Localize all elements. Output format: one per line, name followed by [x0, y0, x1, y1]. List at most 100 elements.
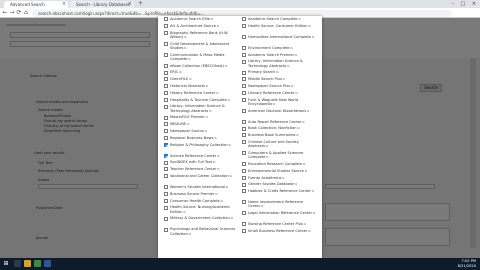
more-info-icon[interactable]: ⧉ — [306, 109, 309, 113]
database-checkbox[interactable] — [242, 151, 246, 156]
database-checkbox[interactable] — [242, 91, 246, 96]
more-info-icon[interactable]: ⧉ — [298, 17, 300, 21]
database-checkbox[interactable] — [242, 126, 246, 131]
database-label[interactable]: ERIC ⧉ — [170, 70, 238, 74]
more-info-icon[interactable]: ⧉ — [214, 192, 217, 196]
more-info-icon[interactable]: ⧉ — [188, 232, 191, 236]
maximize-button[interactable]: □ — [458, 0, 468, 8]
database-label[interactable]: Health Source: Nursing/Academic Edition … — [170, 205, 238, 213]
database-checkbox[interactable] — [242, 108, 246, 113]
database-checkbox[interactable] — [164, 160, 168, 165]
more-info-icon[interactable]: ⧉ — [229, 174, 232, 178]
database-label[interactable]: History Reference Center ⧉ — [170, 91, 238, 95]
database-checkbox[interactable] — [242, 24, 246, 29]
close-window-button[interactable]: × — [469, 0, 479, 8]
database-checkbox[interactable] — [242, 46, 246, 51]
word-icon[interactable] — [44, 260, 51, 267]
database-checkbox[interactable] — [242, 182, 246, 187]
more-info-icon[interactable]: ⧉ — [183, 46, 186, 50]
more-info-icon[interactable]: ⧉ — [311, 189, 314, 193]
more-info-icon[interactable]: ⧉ — [187, 57, 190, 61]
more-info-icon[interactable]: ⧉ — [210, 17, 213, 21]
database-checkbox[interactable] — [164, 174, 168, 179]
database-checkbox[interactable] — [164, 142, 168, 147]
database-label[interactable]: Vocational and Career Collection ⧉ — [170, 174, 238, 178]
more-info-icon[interactable]: ⧉ — [312, 211, 315, 215]
database-checkbox[interactable] — [164, 136, 168, 141]
database-checkbox[interactable] — [242, 77, 246, 82]
more-info-icon[interactable]: ⧉ — [302, 162, 305, 166]
database-label[interactable]: Religion & Philosophy Collection ⧉ — [170, 143, 238, 147]
more-info-icon[interactable]: ⧉ — [281, 176, 284, 180]
database-checkbox[interactable] — [164, 63, 168, 68]
search-icon[interactable] — [14, 260, 21, 267]
more-info-icon[interactable]: ⧉ — [282, 77, 285, 81]
database-checkbox[interactable] — [164, 192, 168, 197]
more-info-icon[interactable]: ⧉ — [272, 102, 275, 106]
database-label[interactable]: Library, Information Science & Technolog… — [248, 59, 316, 67]
database-checkbox[interactable] — [164, 198, 168, 203]
more-info-icon[interactable]: ⧉ — [183, 35, 186, 39]
database-checkbox[interactable] — [242, 70, 246, 75]
more-info-icon[interactable]: ⧉ — [230, 216, 233, 220]
database-checkbox[interactable] — [242, 175, 246, 180]
database-label[interactable]: Teacher Reference Center ⧉ — [170, 167, 238, 171]
database-checkbox[interactable] — [164, 129, 168, 134]
database-checkbox[interactable] — [164, 70, 168, 75]
database-checkbox[interactable] — [242, 140, 246, 145]
database-label[interactable]: Health Source: Consumer Edition ⧉ — [248, 24, 316, 28]
database-checkbox[interactable] — [164, 104, 168, 109]
database-checkbox[interactable] — [164, 167, 168, 172]
database-label[interactable]: Nursing Reference Center Plus ⧉ — [248, 222, 316, 226]
database-label[interactable]: Home Improvement Reference Center ⧉ — [248, 200, 316, 208]
database-label[interactable]: MEDLINE ⧉ — [170, 122, 238, 126]
database-label[interactable]: Gender Studies Database ⧉ — [248, 182, 316, 186]
database-label[interactable]: Newspaper Source Plus ⧉ — [248, 84, 316, 88]
more-info-icon[interactable]: ⧉ — [307, 229, 310, 233]
database-label[interactable]: Education Research Complete ⧉ — [248, 162, 316, 166]
database-label[interactable]: Academic Search Premier ⧉ — [248, 53, 316, 57]
database-label[interactable]: Auto Repair Reference Center ⧉ — [248, 120, 316, 124]
database-label[interactable]: MasterFILE Premier ⧉ — [170, 115, 238, 119]
more-info-icon[interactable]: ⧉ — [311, 35, 314, 39]
more-info-icon[interactable]: ⧉ — [301, 120, 304, 124]
more-info-icon[interactable]: ⧉ — [295, 133, 298, 137]
database-checkbox[interactable] — [164, 30, 168, 35]
database-checkbox[interactable] — [242, 169, 246, 174]
database-label[interactable]: Psychology and Behavioral Sciences Colle… — [170, 227, 238, 235]
database-label[interactable]: Hobbies & Crafts Reference Center ⧉ — [248, 189, 316, 193]
database-checkbox[interactable] — [164, 24, 168, 29]
database-label[interactable]: Business Book Summaries ⧉ — [248, 133, 316, 137]
database-checkbox[interactable] — [164, 227, 168, 232]
more-info-icon[interactable]: ⧉ — [220, 199, 223, 203]
more-info-icon[interactable]: ⧉ — [188, 77, 191, 81]
more-info-icon[interactable]: ⧉ — [286, 64, 289, 68]
database-label[interactable]: eBook Collection (EBSCOhost) ⧉ — [170, 64, 238, 68]
database-label[interactable]: Library, Information Science & Technolog… — [170, 104, 238, 112]
database-label[interactable]: Historical Abstracts ⧉ — [170, 84, 238, 88]
database-checkbox[interactable] — [242, 52, 246, 57]
database-checkbox[interactable] — [242, 200, 246, 205]
database-label[interactable]: Academic Search Complete ⧉ — [248, 17, 316, 21]
database-label[interactable]: Small Business Reference Center ⧉ — [248, 229, 316, 233]
minimize-button[interactable]: – — [448, 0, 458, 8]
more-info-icon[interactable]: ⧉ — [294, 53, 297, 57]
more-info-icon[interactable]: ⧉ — [308, 24, 311, 28]
close-tab-icon[interactable]: × — [128, 1, 132, 8]
database-label[interactable]: Academic Search Elite ⧉ — [170, 17, 238, 21]
more-info-icon[interactable]: ⧉ — [208, 109, 211, 113]
more-info-icon[interactable]: ⧉ — [294, 182, 297, 186]
database-label[interactable]: GreenFILE ⧉ — [170, 77, 238, 81]
database-label[interactable]: Fuente Académica ⧉ — [248, 176, 316, 180]
database-checkbox[interactable] — [164, 84, 168, 89]
more-info-icon[interactable]: ⧉ — [265, 144, 268, 148]
database-label[interactable]: Humanities International Complete ⧉ — [248, 35, 316, 39]
database-checkbox[interactable] — [242, 17, 246, 22]
database-checkbox[interactable] — [164, 216, 168, 221]
more-info-icon[interactable]: ⧉ — [182, 210, 185, 214]
close-tab-icon[interactable]: × — [62, 1, 66, 8]
windows-start-icon[interactable]: ⊞ — [2, 260, 10, 268]
database-label[interactable]: Biography Reference Bank (H.W. Wilson) ⧉ — [170, 31, 238, 39]
more-info-icon[interactable]: ⧉ — [304, 169, 307, 173]
more-info-icon[interactable]: ⧉ — [289, 46, 292, 50]
